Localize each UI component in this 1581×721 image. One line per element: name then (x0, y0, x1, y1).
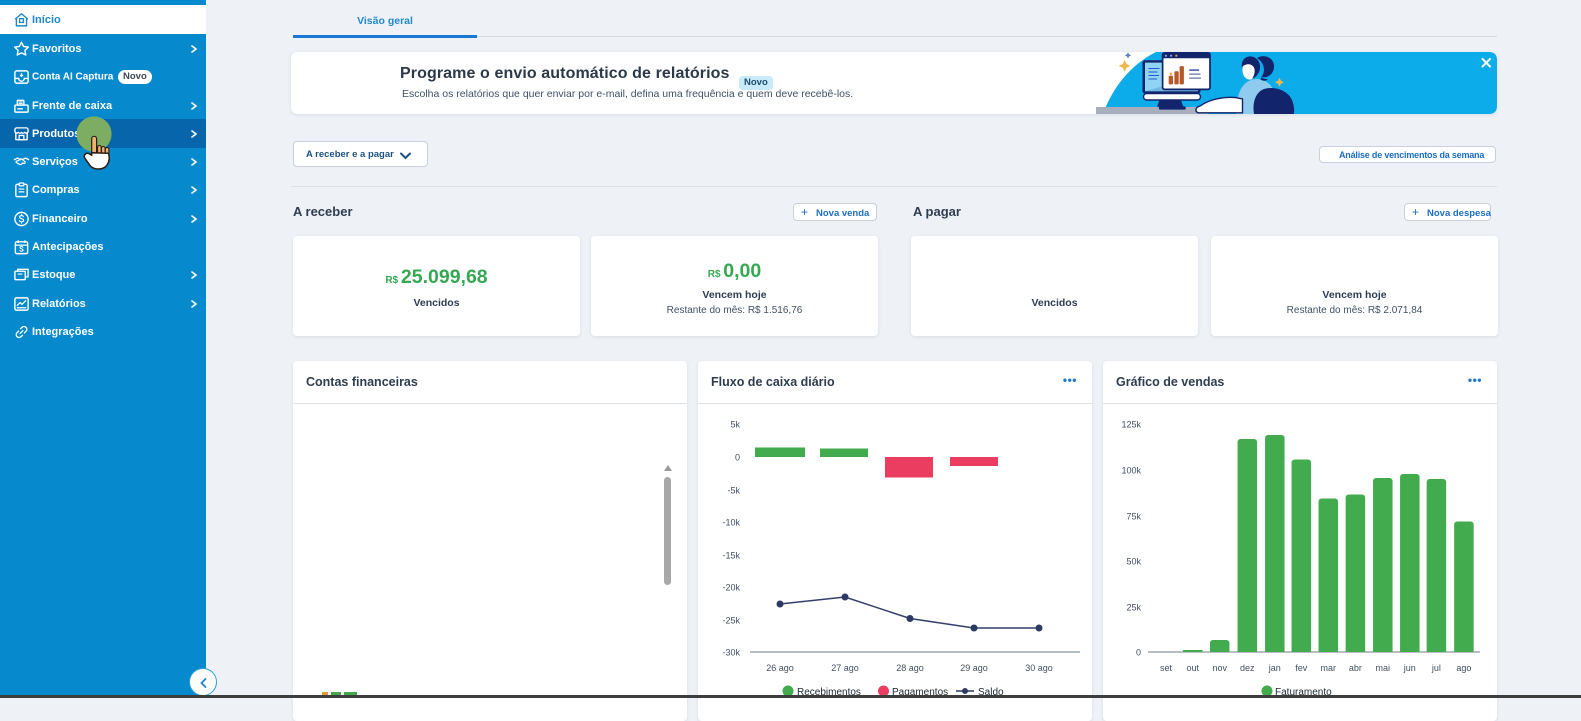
svg-text:25k: 25k (1126, 603, 1141, 613)
svg-text:0: 0 (1136, 648, 1141, 658)
svg-text:-5k: -5k (727, 486, 740, 496)
svg-text:ago: ago (1456, 663, 1471, 673)
svg-text:30 ago: 30 ago (1025, 663, 1053, 673)
svg-text:-30k: -30k (722, 648, 740, 658)
svg-text:-15k: -15k (722, 551, 740, 561)
svg-text:mar: mar (1321, 663, 1337, 673)
svg-text:-25k: -25k (722, 616, 740, 626)
svg-text:mai: mai (1376, 663, 1391, 673)
svg-text:dez: dez (1240, 663, 1255, 673)
svg-text:50k: 50k (1126, 557, 1141, 567)
svg-text:set: set (1160, 663, 1173, 673)
svg-text:jul: jul (1431, 663, 1441, 673)
svg-text:out: out (1186, 663, 1199, 673)
svg-text:5k: 5k (730, 420, 740, 430)
svg-text:fev: fev (1295, 663, 1308, 673)
svg-text:-20k: -20k (722, 583, 740, 593)
svg-text:0: 0 (735, 453, 740, 463)
svg-text:27 ago: 27 ago (831, 663, 859, 673)
svg-text:29 ago: 29 ago (960, 663, 988, 673)
svg-text:28 ago: 28 ago (896, 663, 924, 673)
svg-text:125k: 125k (1121, 420, 1141, 430)
svg-text:abr: abr (1349, 663, 1362, 673)
svg-text:-10k: -10k (722, 518, 740, 528)
svg-text:jan: jan (1268, 663, 1281, 673)
svg-text:jun: jun (1403, 663, 1416, 673)
svg-text:nov: nov (1212, 663, 1227, 673)
svg-text:26 ago: 26 ago (766, 663, 794, 673)
svg-text:75k: 75k (1126, 512, 1141, 522)
svg-text:100k: 100k (1121, 466, 1141, 476)
